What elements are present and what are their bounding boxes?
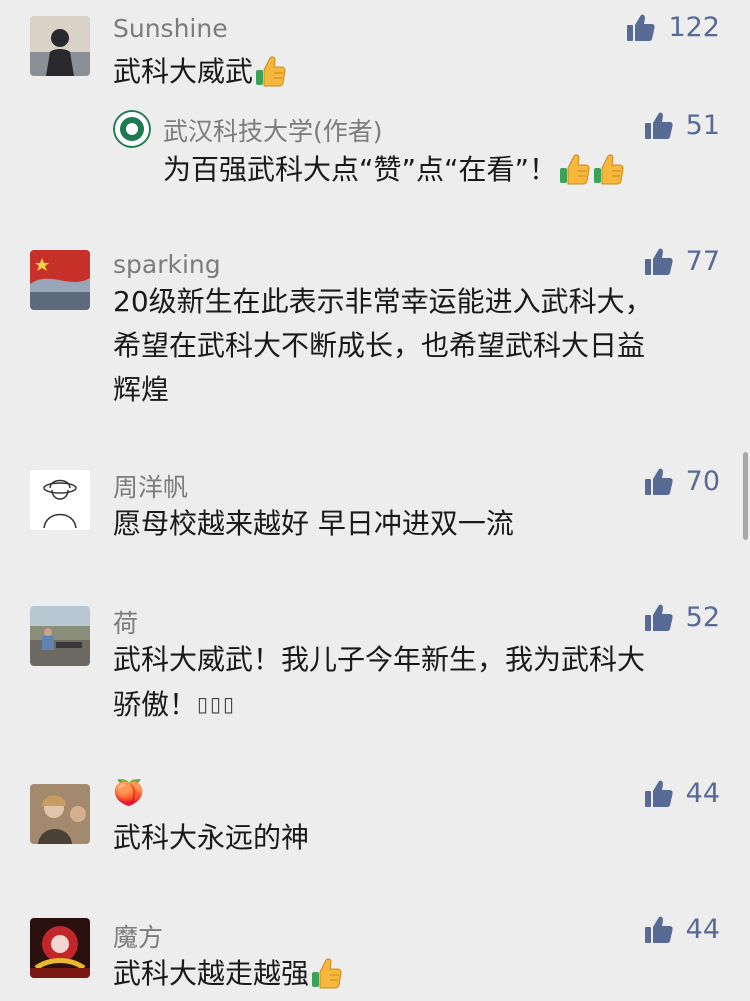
unrendered-emoji: ▯▯▯ <box>197 692 237 716</box>
avatar[interactable] <box>30 606 90 666</box>
university-logo[interactable] <box>113 110 151 148</box>
reply-text: 为百强武科大点“赞”点“在看”！ <box>163 148 750 192</box>
avatar[interactable] <box>30 918 90 978</box>
thumbs-up-icon <box>644 779 674 809</box>
comment-text: 20级新生在此表示非常幸运能进入武科大， 希望在武科大不断成长，也希望武科大日益… <box>113 285 653 406</box>
avatar[interactable] <box>30 784 90 844</box>
like-count: 52 <box>685 602 720 633</box>
like-button[interactable]: 122 <box>626 12 720 43</box>
comment-author[interactable]: sparking <box>113 250 221 279</box>
thumbs-up-icon <box>644 247 674 277</box>
scrollbar[interactable] <box>743 452 748 540</box>
avatar[interactable] <box>30 16 90 76</box>
like-button[interactable]: 51 <box>644 110 720 141</box>
like-button[interactable]: 44 <box>644 778 720 809</box>
reply-author[interactable]: 武汉科技大学(作者) <box>163 112 383 148</box>
like-count: 70 <box>685 466 720 497</box>
like-count: 44 <box>685 778 720 809</box>
comment-author[interactable]: 周洋帆 <box>113 468 188 504</box>
thumbs-up-emoji <box>253 54 287 88</box>
like-button[interactable]: 70 <box>644 466 720 497</box>
like-button[interactable]: 77 <box>644 246 720 277</box>
thumbs-up-icon <box>644 603 674 633</box>
like-count: 51 <box>685 110 720 141</box>
thumbs-up-icon <box>644 111 674 141</box>
avatar[interactable] <box>30 250 90 310</box>
like-button[interactable]: 44 <box>644 914 720 945</box>
thumbs-up-emoji <box>591 152 625 186</box>
like-button[interactable]: 52 <box>644 602 720 633</box>
comment-author[interactable]: Sunshine <box>113 14 228 43</box>
like-count: 44 <box>685 914 720 945</box>
comment-text: 武科大威武！我儿子今年新生，我为武科大 骄傲！▯▯▯ <box>113 643 646 721</box>
thumbs-up-emoji <box>557 152 591 186</box>
thumbs-up-emoji <box>309 956 343 990</box>
comment-text: 愿母校越来越好 早日冲进双一流 <box>113 507 514 540</box>
comment-author[interactable]: 🍑 <box>113 778 144 808</box>
comment-author[interactable]: 魔方 <box>113 918 163 954</box>
comment-text: 武科大永远的神 <box>113 821 310 854</box>
comment-text: 武科大越走越强 <box>113 952 713 996</box>
like-count: 77 <box>685 246 720 277</box>
avatar[interactable] <box>30 470 90 530</box>
thumbs-up-icon <box>626 13 656 43</box>
thumbs-up-icon <box>644 467 674 497</box>
comment-author[interactable]: 荷 <box>113 604 138 640</box>
comment-text: 武科大威武 <box>113 50 713 94</box>
like-count: 122 <box>668 12 720 43</box>
thumbs-up-icon <box>644 915 674 945</box>
